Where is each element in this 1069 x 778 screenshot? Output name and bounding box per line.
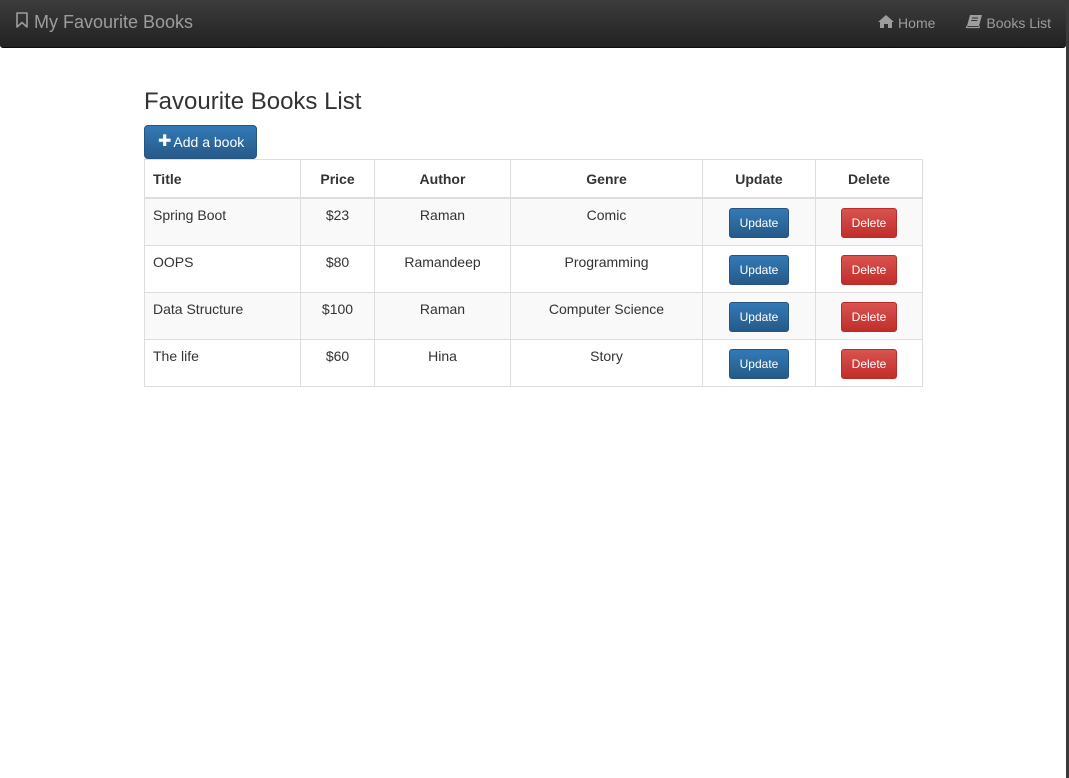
update-button[interactable]: Update (728, 301, 790, 332)
cell-author: Raman (374, 292, 511, 340)
cell-price: $80 (300, 245, 375, 293)
delete-button[interactable]: Delete (840, 254, 898, 285)
table-row: Data Structure $100 Raman Computer Scien… (144, 292, 923, 340)
cell-delete: Delete (815, 197, 923, 246)
delete-button[interactable]: Delete (840, 348, 898, 379)
cell-author: Ramandeep (374, 245, 511, 293)
nav-link-books-list[interactable]: Books List (965, 14, 1051, 32)
page: My Favourite Books Home Books List Favou… (0, 0, 1069, 778)
nav-link-home-label: Home (898, 15, 936, 31)
cell-title: OOPS (144, 245, 301, 293)
cell-genre: Story (510, 339, 703, 387)
cell-author: Raman (374, 197, 511, 246)
nav-link-home[interactable]: Home (877, 14, 935, 32)
brand-label: My Favourite Books (34, 12, 194, 32)
delete-button[interactable]: Delete (840, 207, 898, 238)
plus-icon: ✚ (158, 133, 172, 150)
brand-link[interactable]: My Favourite Books (15, 12, 193, 33)
header-title: Title (144, 159, 301, 199)
cell-genre: Computer Science (510, 292, 703, 340)
cell-genre: Comic (510, 197, 703, 246)
book-icon (965, 14, 986, 32)
cell-delete: Delete (815, 245, 923, 293)
delete-button[interactable]: Delete (840, 301, 898, 332)
header-author: Author (374, 159, 511, 199)
update-button[interactable]: Update (728, 348, 790, 379)
nav-link-books-list-label: Books List (986, 15, 1051, 31)
update-button[interactable]: Update (728, 254, 790, 285)
update-button[interactable]: Update (728, 207, 790, 238)
header-genre: Genre (510, 159, 703, 199)
bookmark-icon (15, 12, 34, 33)
cell-genre: Programming (510, 245, 703, 293)
cell-price: $23 (300, 197, 375, 246)
nav-links: Home Books List (877, 14, 1051, 32)
table-header-row: Title Price Author Genre Update Delete (144, 159, 923, 199)
add-book-button[interactable]: ✚ Add a book (144, 125, 258, 159)
books-table: Title Price Author Genre Update Delete S… (144, 159, 923, 387)
cell-update: Update (702, 197, 816, 246)
table-row: The life $60 Hina Story Update Delete (144, 339, 923, 387)
cell-update: Update (702, 292, 816, 340)
cell-update: Update (702, 245, 816, 293)
cell-title: Spring Boot (144, 197, 301, 246)
header-delete: Delete (815, 159, 923, 199)
header-price: Price (300, 159, 375, 199)
cell-author: Hina (374, 339, 511, 387)
cell-price: $60 (300, 339, 375, 387)
navbar: My Favourite Books Home Books List (0, 0, 1066, 48)
cell-delete: Delete (815, 292, 923, 340)
cell-title: Data Structure (144, 292, 301, 340)
home-icon (877, 14, 898, 32)
cell-delete: Delete (815, 339, 923, 387)
header-update: Update (702, 159, 816, 199)
table-row: OOPS $80 Ramandeep Programming Update De… (144, 245, 923, 293)
page-title: Favourite Books List (144, 88, 362, 115)
add-book-label: Add a book (173, 134, 245, 150)
table-row: Spring Boot $23 Raman Comic Update Delet… (144, 197, 923, 246)
main-content: Favourite Books List ✚ Add a book Title … (144, 87, 923, 387)
cell-update: Update (702, 339, 816, 387)
cell-price: $100 (300, 292, 375, 340)
cell-title: The life (144, 339, 301, 387)
